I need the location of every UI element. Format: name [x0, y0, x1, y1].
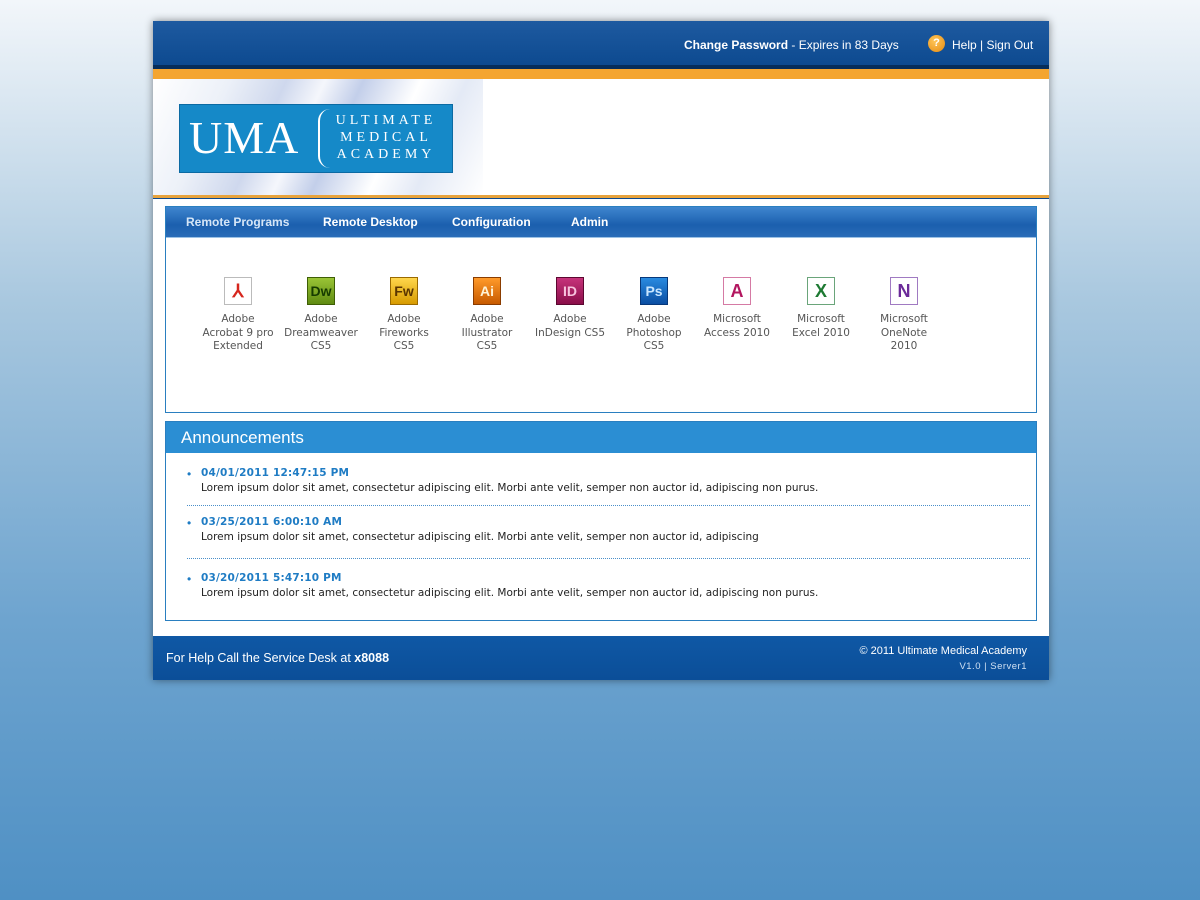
change-password-area: Change Password - Expires in 83 Days — [684, 38, 899, 52]
copyright: © 2011 Ultimate Medical Academy — [859, 645, 1027, 657]
help-signout-links: Help | Sign Out — [952, 38, 1033, 52]
service-desk-extension: x8088 — [354, 651, 390, 665]
app-dreamweaver[interactable]: Dw Adobe Dreamweaver CS5 — [282, 277, 360, 354]
app-label: Adobe InDesign CS5 — [534, 313, 606, 339]
app-label: Adobe Dreamweaver CS5 — [284, 313, 358, 352]
tab-remote-desktop[interactable]: Remote Desktop — [323, 215, 418, 229]
app-indesign[interactable]: ID Adobe InDesign CS5 — [531, 277, 609, 340]
password-expiry-text: - Expires in 83 Days — [788, 38, 899, 52]
announcement-date: 03/25/2011 6:00:10 AM — [201, 516, 343, 528]
dreamweaver-icon: Dw — [307, 277, 335, 305]
service-desk-text: For Help Call the Service Desk at x8088 — [166, 651, 389, 665]
app-photoshop[interactable]: Ps Adobe Photoshop CS5 — [615, 277, 693, 354]
help-link[interactable]: Help — [952, 38, 977, 52]
accent-stripe — [153, 69, 1049, 79]
app-access[interactable]: A Microsoft Access 2010 — [698, 277, 776, 340]
logo-mark: UMA — [189, 112, 300, 163]
help-icon[interactable]: ? — [928, 35, 945, 52]
app-acrobat[interactable]: ⅄ Adobe Acrobat 9 pro Extended — [199, 277, 277, 354]
bullet-icon: • — [187, 516, 192, 530]
tab-admin[interactable]: Admin — [571, 215, 608, 229]
app-label: Adobe Fireworks CS5 — [379, 313, 429, 352]
logo-line-1: ULTIMATE — [335, 113, 437, 128]
app-onenote[interactable]: N Microsoft OneNote 2010 — [865, 277, 943, 354]
logo-line-2: MEDICAL — [340, 130, 432, 145]
main-nav: Remote Programs Remote Desktop Configura… — [166, 207, 1036, 238]
app-label: Adobe Illustrator CS5 — [461, 313, 513, 352]
remote-programs-panel: Remote Programs Remote Desktop Configura… — [165, 206, 1037, 413]
announcement-text: Lorem ipsum dolor sit amet, consectetur … — [201, 531, 759, 543]
announcement-text: Lorem ipsum dolor sit amet, consectetur … — [201, 482, 819, 494]
announcement-text: Lorem ipsum dolor sit amet, consectetur … — [201, 587, 819, 599]
indesign-icon: ID — [556, 277, 584, 305]
logo-line-3: ACADEMY — [336, 147, 436, 162]
portal-page: Change Password - Expires in 83 Days ? H… — [153, 21, 1049, 680]
announcement-divider — [187, 505, 1030, 506]
uma-logo: UMA ULTIMATE MEDICAL ACADEMY — [179, 104, 453, 173]
service-desk-prefix: For Help Call the Service Desk at — [166, 651, 355, 665]
announcement-date: 03/20/2011 5:47:10 PM — [201, 572, 342, 584]
bullet-icon: • — [187, 467, 192, 481]
change-password-link[interactable]: Change Password — [684, 38, 788, 52]
sign-out-link[interactable]: Sign Out — [986, 38, 1033, 52]
app-excel[interactable]: X Microsoft Excel 2010 — [782, 277, 860, 340]
access-icon: A — [723, 277, 751, 305]
onenote-icon: N — [890, 277, 918, 305]
announcements-panel: Announcements • 04/01/2011 12:47:15 PM L… — [165, 421, 1037, 621]
announcements-title: Announcements — [181, 428, 304, 447]
logo-wordmark: ULTIMATE MEDICAL ACADEMY — [326, 112, 446, 163]
announcements-header: Announcements — [166, 422, 1036, 453]
illustrator-icon: Ai — [473, 277, 501, 305]
announcement-divider — [187, 558, 1030, 559]
link-separator: | — [976, 38, 987, 52]
fireworks-icon: Fw — [390, 277, 418, 305]
header-banner: UMA ULTIMATE MEDICAL ACADEMY — [153, 79, 1049, 195]
footer: For Help Call the Service Desk at x8088 … — [153, 636, 1049, 680]
app-label: Microsoft Excel 2010 — [792, 313, 850, 339]
announcement-date: 04/01/2011 12:47:15 PM — [201, 467, 350, 479]
bullet-icon: • — [187, 572, 192, 586]
app-label: Microsoft Access 2010 — [703, 313, 770, 339]
excel-icon: X — [807, 277, 835, 305]
top-bar: Change Password - Expires in 83 Days ? H… — [153, 21, 1049, 65]
app-label: Adobe Acrobat 9 pro Extended — [202, 313, 274, 352]
photoshop-icon: Ps — [640, 277, 668, 305]
app-label: Adobe Photoshop CS5 — [626, 313, 682, 352]
tab-remote-programs[interactable]: Remote Programs — [186, 215, 289, 229]
app-illustrator[interactable]: Ai Adobe Illustrator CS5 — [448, 277, 526, 354]
version-info: V1.0 | Server1 — [959, 661, 1027, 672]
header-divider-line — [153, 198, 1049, 199]
app-fireworks[interactable]: Fw Adobe Fireworks CS5 — [365, 277, 443, 354]
acrobat-icon: ⅄ — [224, 277, 252, 305]
tab-configuration[interactable]: Configuration — [452, 215, 531, 229]
app-label: Microsoft OneNote 2010 — [880, 313, 928, 352]
